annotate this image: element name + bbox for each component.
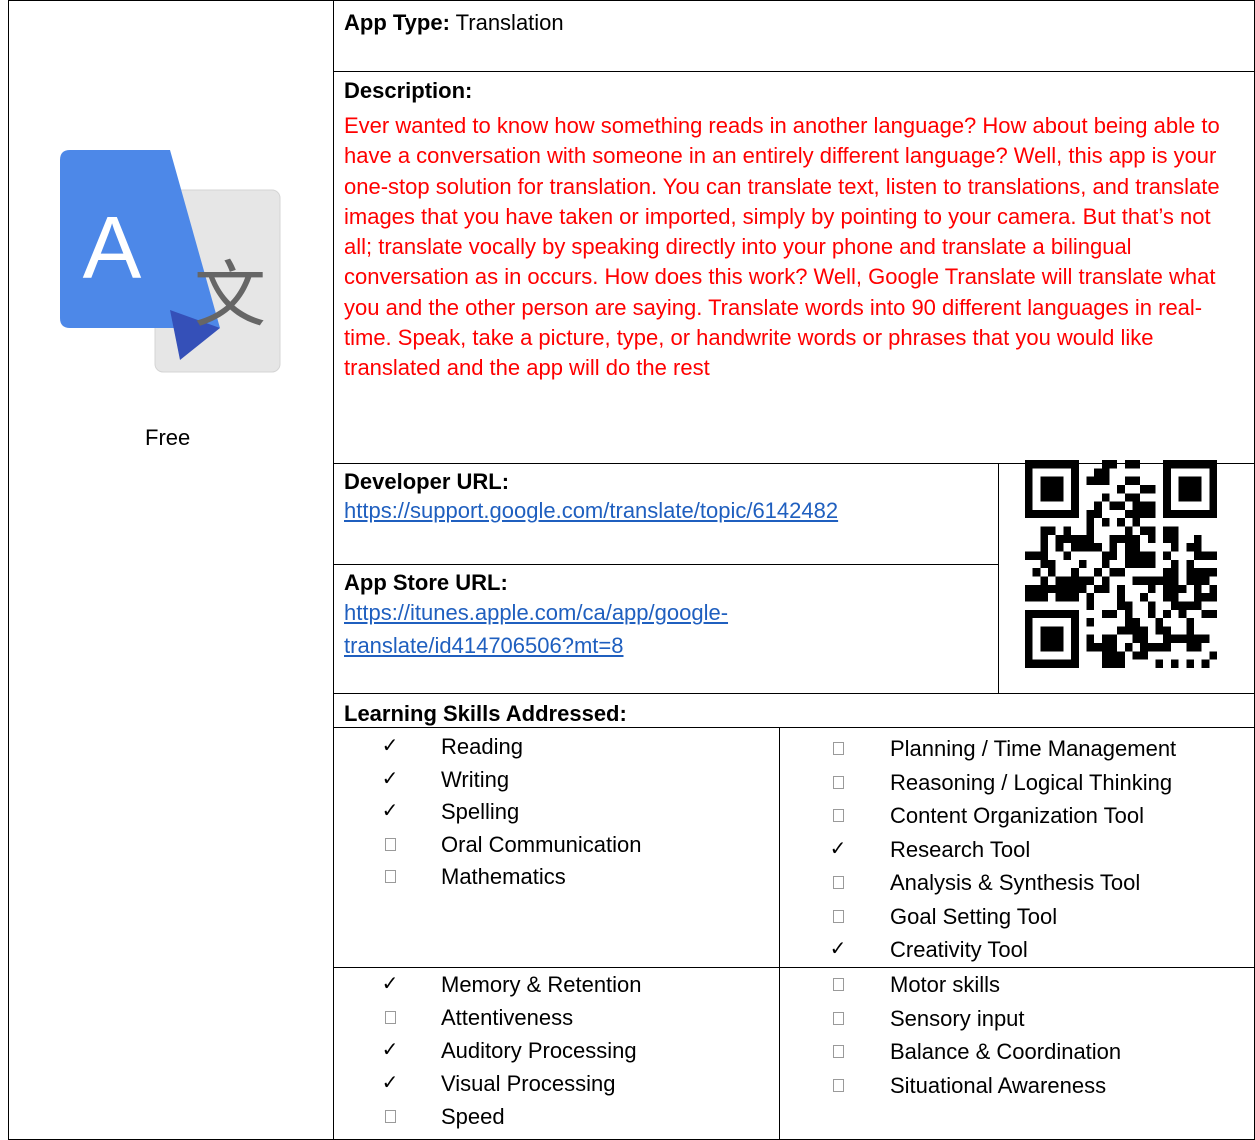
row-divider-app-type bbox=[333, 71, 1255, 72]
skill-label: Spelling bbox=[441, 799, 520, 824]
checkmark-icon: ✓ bbox=[829, 837, 847, 860]
skill-label: Writing bbox=[441, 766, 510, 792]
app-type-row: App Type: Translation bbox=[344, 8, 564, 38]
skill-label: Motor skills bbox=[890, 972, 1001, 997]
app-store-url-row-1: https://itunes.apple.com/ca/app/google- bbox=[344, 598, 728, 628]
skill-label: Visual Processing bbox=[441, 1071, 616, 1096]
empty-checkbox-icon bbox=[827, 968, 849, 1001]
row-divider-urls bbox=[333, 693, 1255, 694]
checkmark-icon: ✓ bbox=[829, 938, 847, 960]
skill-label: Research Tool bbox=[890, 836, 1031, 862]
skill-label: Situational Awareness bbox=[890, 1072, 1107, 1098]
developer-url-label: Developer URL: bbox=[344, 469, 510, 494]
qr-code-icon bbox=[1025, 460, 1217, 668]
skill-label: Content Organization Tool bbox=[890, 803, 1144, 828]
app-store-url-link-line1[interactable]: https://itunes.apple.com/ca/app/google- bbox=[344, 600, 728, 625]
skill-label: Sensory input bbox=[890, 1005, 1025, 1031]
svg-text:A: A bbox=[83, 198, 142, 297]
empty-checkbox-icon bbox=[827, 1002, 849, 1035]
skill-label: Creativity Tool bbox=[890, 937, 1028, 962]
skill-label: Reasoning / Logical Thinking bbox=[890, 769, 1173, 795]
row-divider-developer bbox=[333, 564, 998, 565]
app-store-url-link-line2[interactable]: translate/id414706506?mt=8 bbox=[344, 633, 624, 658]
skill-label: Analysis & Synthesis Tool bbox=[890, 870, 1141, 895]
checkmark-icon: ✓ bbox=[381, 800, 399, 822]
empty-checkbox-icon bbox=[379, 1001, 401, 1034]
skill-label: Auditory Processing bbox=[441, 1038, 637, 1063]
skill-label: Mathematics bbox=[441, 864, 566, 889]
developer-url-row: https://support.google.com/translate/top… bbox=[344, 496, 838, 526]
skills-header-label: Learning Skills Addressed: bbox=[344, 701, 627, 726]
skill-label: Oral Communication bbox=[441, 831, 642, 857]
skills-column-divider bbox=[779, 727, 780, 1140]
app-type-value: Translation bbox=[455, 10, 564, 35]
empty-checkbox-icon bbox=[827, 900, 849, 933]
app-store-url-label: App Store URL: bbox=[344, 570, 508, 595]
skill-label: Balance & Coordination bbox=[890, 1039, 1122, 1064]
empty-checkbox-icon bbox=[827, 1035, 849, 1068]
skill-label: Reading bbox=[441, 734, 523, 759]
description-label: Description: bbox=[344, 78, 473, 103]
empty-checkbox-icon bbox=[379, 860, 401, 893]
skill-label: Planning / Time Management bbox=[890, 736, 1177, 761]
app-store-url-row-2: translate/id414706506?mt=8 bbox=[344, 631, 624, 661]
qr-column-divider bbox=[998, 463, 999, 693]
empty-checkbox-icon bbox=[379, 828, 401, 861]
empty-checkbox-icon bbox=[827, 766, 849, 799]
app-type-label: App Type: bbox=[344, 10, 450, 35]
checkmark-icon: ✓ bbox=[381, 1039, 399, 1061]
checkmark-icon: ✓ bbox=[381, 973, 399, 995]
checkmark-icon: ✓ bbox=[381, 1072, 399, 1094]
skill-label: Goal Setting Tool bbox=[890, 903, 1058, 929]
checkmark-icon: ✓ bbox=[381, 735, 399, 757]
empty-checkbox-icon bbox=[379, 1100, 401, 1133]
price-label: Free bbox=[145, 425, 191, 450]
left-column-divider bbox=[333, 0, 334, 1140]
empty-checkbox-icon bbox=[827, 799, 849, 832]
skill-label: Memory & Retention bbox=[441, 972, 642, 997]
description-text: Ever wanted to know how something reads … bbox=[344, 113, 1220, 381]
skill-label: Speed bbox=[441, 1104, 505, 1129]
svg-text:文: 文 bbox=[194, 253, 266, 337]
google-translate-icon: A 文 bbox=[60, 150, 281, 373]
empty-checkbox-icon bbox=[827, 866, 849, 899]
skill-label: Attentiveness bbox=[441, 1005, 574, 1030]
empty-checkbox-icon bbox=[827, 1069, 849, 1102]
checkmark-icon: ✓ bbox=[381, 767, 399, 790]
empty-checkbox-icon bbox=[827, 732, 849, 765]
developer-url-link[interactable]: https://support.google.com/translate/top… bbox=[344, 498, 838, 523]
